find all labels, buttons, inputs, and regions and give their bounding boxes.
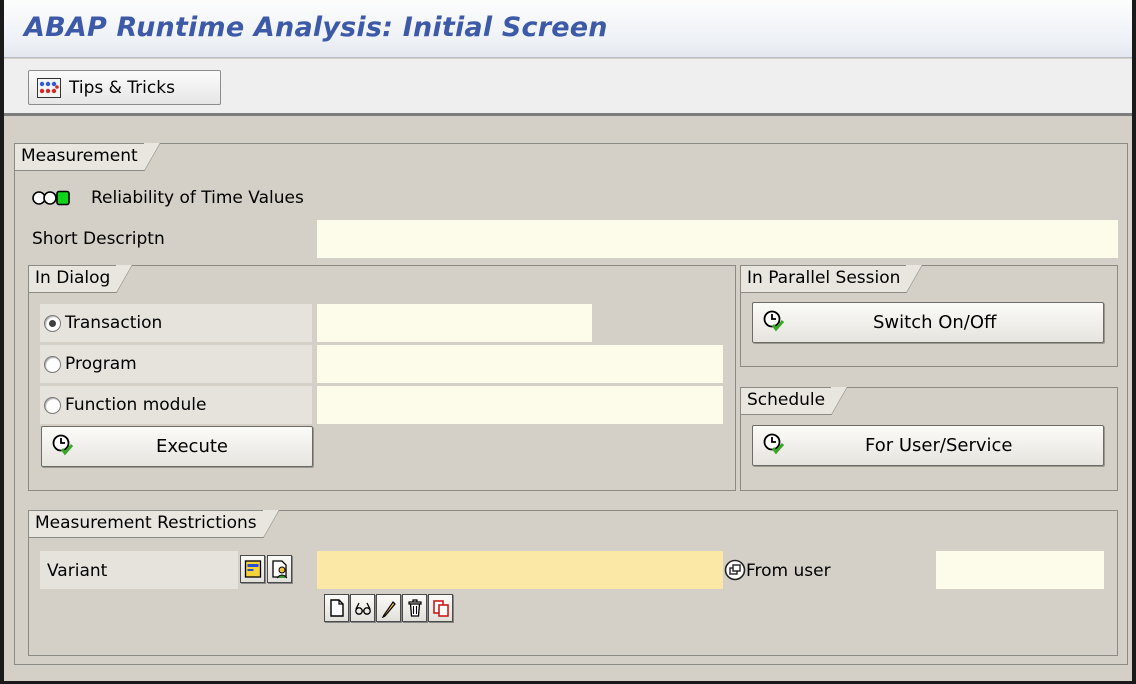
function-module-label: Function module [65, 395, 207, 415]
execute-button[interactable]: Execute [41, 426, 313, 467]
page-title: ABAP Runtime Analysis: Initial Screen [24, 12, 608, 43]
clock-execute-icon [763, 310, 785, 332]
dropdown-help-icon[interactable] [724, 559, 746, 581]
variant-select-icon [244, 560, 261, 578]
variant-select-button[interactable] [240, 555, 265, 583]
variant-delete-button[interactable] [402, 594, 427, 622]
delete-icon [407, 599, 422, 617]
variant-copy-button[interactable] [428, 594, 453, 622]
variant-user-button[interactable] [267, 555, 292, 583]
reliability-label: Reliability of Time Values [91, 188, 304, 208]
from-user-label: From user [746, 561, 831, 581]
program-field[interactable] [317, 345, 723, 383]
transaction-radio[interactable] [44, 314, 61, 332]
transaction-option[interactable]: Transaction [44, 313, 162, 333]
measurement-group-title: Measurement [15, 143, 160, 171]
program-radio[interactable] [44, 355, 61, 373]
tips-tricks-icon [37, 77, 61, 98]
program-option[interactable]: Program [44, 354, 137, 374]
program-label: Program [65, 354, 137, 374]
schedule-group-title: Schedule [741, 387, 848, 415]
clock-execute-icon [763, 433, 785, 455]
short-description-label: Short Descriptn [32, 229, 165, 249]
variant-field[interactable] [317, 551, 723, 589]
short-description-field[interactable] [317, 220, 1118, 258]
in-dialog-group-title: In Dialog [29, 265, 133, 293]
parallel-session-group-title: In Parallel Session [741, 265, 923, 293]
reliability-indicator: Reliability of Time Values [32, 188, 304, 208]
display-icon [354, 602, 371, 615]
for-user-service-label: For User/Service [865, 435, 1013, 456]
switch-on-off-label: Switch On/Off [873, 312, 997, 333]
variant-user-icon [271, 560, 287, 579]
tips-and-tricks-label: Tips & Tricks [69, 77, 175, 98]
main-area: Measurement Reliability of Time Values S… [4, 119, 1132, 681]
function-module-option[interactable]: Function module [44, 395, 206, 415]
measurement-restrictions-group-title: Measurement Restrictions [29, 510, 279, 538]
application-toolbar: Tips & Tricks [4, 59, 1132, 116]
sap-window: ABAP Runtime Analysis: Initial Screen Ti… [0, 0, 1136, 684]
from-user-field[interactable] [936, 551, 1104, 589]
switch-on-off-button[interactable]: Switch On/Off [752, 302, 1104, 343]
copy-icon [432, 600, 449, 617]
for-user-service-button[interactable]: For User/Service [752, 425, 1104, 466]
create-icon [329, 599, 344, 617]
change-icon [381, 601, 396, 618]
transaction-field[interactable] [317, 304, 592, 342]
clock-execute-icon [52, 434, 74, 456]
function-module-radio[interactable] [44, 396, 61, 414]
transaction-label: Transaction [65, 313, 163, 333]
variant-label: Variant [47, 561, 108, 581]
traffic-light-green-icon [32, 190, 70, 206]
tips-and-tricks-button[interactable]: Tips & Tricks [28, 70, 221, 105]
title-bar: ABAP Runtime Analysis: Initial Screen [4, 0, 1132, 58]
variant-change-button[interactable] [376, 594, 401, 622]
function-module-field[interactable] [317, 386, 723, 424]
variant-create-button[interactable] [324, 594, 349, 622]
variant-display-button[interactable] [350, 594, 375, 622]
execute-label: Execute [156, 436, 228, 457]
